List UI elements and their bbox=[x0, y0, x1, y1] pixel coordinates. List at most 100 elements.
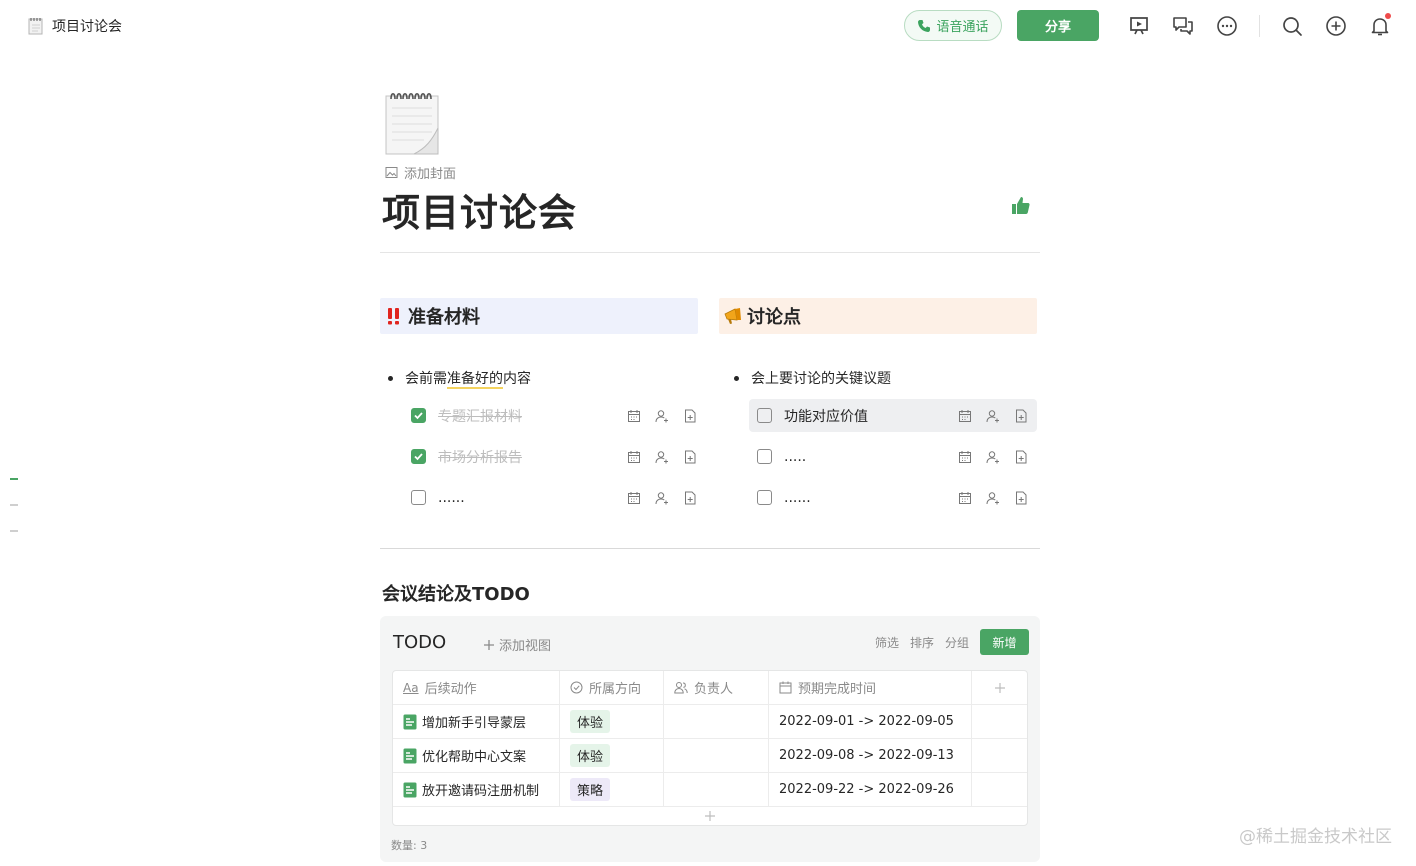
owner-cell[interactable] bbox=[664, 773, 769, 806]
present-button[interactable] bbox=[1125, 12, 1153, 40]
section-heading[interactable]: 会议结论及TODO bbox=[382, 580, 530, 606]
task-checkbox[interactable] bbox=[411, 408, 426, 423]
add-doc-icon[interactable] bbox=[682, 449, 698, 465]
database-title[interactable]: TODO bbox=[393, 632, 446, 653]
prep-materials-callout[interactable]: 准备材料 bbox=[380, 298, 698, 334]
add-column-button[interactable] bbox=[972, 671, 1027, 704]
select-type-icon bbox=[570, 681, 583, 694]
due-date-cell[interactable]: 2022-09-08 -> 2022-09-13 bbox=[769, 739, 972, 772]
notification-dot bbox=[1385, 12, 1391, 19]
add-button[interactable] bbox=[1322, 12, 1350, 40]
due-date-cell[interactable]: 2022-09-01 -> 2022-09-05 bbox=[769, 705, 972, 738]
action-text: 优化帮助中心文案 bbox=[422, 750, 527, 765]
calendar-icon[interactable] bbox=[957, 490, 973, 506]
action-cell[interactable]: 增加新手引导蒙层 bbox=[393, 705, 560, 738]
task-label[interactable]: ..... bbox=[784, 449, 957, 465]
direction-cell[interactable]: 体验 bbox=[560, 705, 664, 738]
toolbar-divider bbox=[1259, 14, 1260, 37]
column-header-due[interactable]: 预期完成时间 bbox=[769, 671, 972, 704]
action-cell[interactable]: 优化帮助中心文案 bbox=[393, 739, 560, 772]
assign-user-icon[interactable] bbox=[985, 408, 1001, 424]
column-header-direction[interactable]: 所属方向 bbox=[560, 671, 664, 704]
task-checkbox[interactable] bbox=[757, 490, 772, 505]
search-button[interactable] bbox=[1278, 12, 1306, 40]
thumbs-up-icon[interactable] bbox=[1010, 194, 1032, 216]
add-doc-icon[interactable] bbox=[1013, 449, 1029, 465]
task-label[interactable]: 功能对应价值 bbox=[784, 406, 957, 426]
assign-user-icon[interactable] bbox=[654, 408, 670, 424]
assign-user-icon[interactable] bbox=[654, 490, 670, 506]
add-doc-icon[interactable] bbox=[1013, 408, 1029, 424]
calendar-icon[interactable] bbox=[957, 449, 973, 465]
share-button[interactable]: 分享 bbox=[1017, 10, 1099, 41]
list-item[interactable]: 会上要讨论的关键议题 bbox=[734, 368, 891, 388]
bullet-dot bbox=[734, 375, 739, 381]
new-record-button[interactable]: 新增 bbox=[980, 629, 1029, 655]
notifications-button[interactable] bbox=[1366, 12, 1394, 40]
sort-button[interactable]: 排序 bbox=[910, 634, 934, 651]
discussion-points-column: 讨论点 会上要讨论的关键议题 功能对应价值 ..... ...... bbox=[719, 298, 1037, 506]
column-header-owner[interactable]: 负责人 bbox=[664, 671, 769, 704]
table-row[interactable]: 增加新手引导蒙层 体验 2022-09-01 -> 2022-09-05 bbox=[393, 705, 1027, 739]
calendar-icon[interactable] bbox=[626, 408, 642, 424]
outline-marker[interactable] bbox=[10, 504, 18, 506]
action-cell[interactable]: 放开邀请码注册机制 bbox=[393, 773, 560, 806]
add-doc-icon[interactable] bbox=[682, 408, 698, 424]
callout-title: 讨论点 bbox=[747, 307, 801, 328]
more-button[interactable] bbox=[1213, 12, 1241, 40]
megaphone-icon bbox=[723, 307, 743, 325]
task-item: 专题汇报材料 bbox=[408, 399, 698, 432]
comments-button[interactable] bbox=[1169, 12, 1197, 40]
outline-marker[interactable] bbox=[10, 530, 18, 532]
direction-cell[interactable]: 体验 bbox=[560, 739, 664, 772]
discussion-points-callout[interactable]: 讨论点 bbox=[719, 298, 1037, 334]
task-item: 市场分析报告 bbox=[408, 440, 698, 473]
task-checkbox[interactable] bbox=[757, 408, 772, 423]
assign-user-icon[interactable] bbox=[985, 449, 1001, 465]
add-icon bbox=[1326, 15, 1346, 36]
plus-icon bbox=[994, 682, 1005, 693]
task-label[interactable]: ...... bbox=[438, 490, 626, 506]
add-doc-icon[interactable] bbox=[1013, 490, 1029, 506]
page-title[interactable]: 项目讨论会 bbox=[382, 182, 577, 237]
breadcrumb[interactable]: 项目讨论会 bbox=[28, 16, 122, 36]
voice-call-button[interactable]: 语音通话 bbox=[904, 10, 1002, 41]
column-header-action[interactable]: Aa 后续动作 bbox=[393, 671, 560, 704]
bullet-text-prefix: 会前需 bbox=[405, 371, 447, 387]
breadcrumb-title: 项目讨论会 bbox=[52, 19, 122, 35]
filter-button[interactable]: 筛选 bbox=[875, 634, 899, 651]
todo-database: TODO 添加视图 筛选 排序 分组 新增 Aa 后续动作 所属方向 负责人 预… bbox=[380, 616, 1040, 862]
add-row-button[interactable] bbox=[393, 807, 1027, 825]
add-view-button[interactable]: 添加视图 bbox=[483, 635, 551, 654]
task-checkbox[interactable] bbox=[411, 490, 426, 505]
owner-cell[interactable] bbox=[664, 705, 769, 738]
outline-marker[interactable] bbox=[10, 478, 18, 480]
table-row[interactable]: 放开邀请码注册机制 策略 2022-09-22 -> 2022-09-26 bbox=[393, 773, 1027, 807]
task-item: ..... bbox=[749, 440, 1037, 473]
list-item[interactable]: 会前需准备好的内容 bbox=[388, 368, 531, 389]
add-view-label: 添加视图 bbox=[499, 639, 552, 654]
task-label[interactable]: 市场分析报告 bbox=[438, 447, 626, 467]
owner-cell[interactable] bbox=[664, 739, 769, 772]
calendar-icon[interactable] bbox=[626, 490, 642, 506]
column-header-label: 所属方向 bbox=[589, 682, 642, 697]
add-cover-button[interactable]: 添加封面 bbox=[385, 163, 456, 182]
task-item: 功能对应价值 bbox=[749, 399, 1037, 432]
table-row[interactable]: 优化帮助中心文案 体验 2022-09-08 -> 2022-09-13 bbox=[393, 739, 1027, 773]
add-doc-icon[interactable] bbox=[682, 490, 698, 506]
top-bar: 项目讨论会 语音通话 分享 bbox=[0, 0, 1416, 52]
assign-user-icon[interactable] bbox=[985, 490, 1001, 506]
direction-cell[interactable]: 策略 bbox=[560, 773, 664, 806]
calendar-icon[interactable] bbox=[626, 449, 642, 465]
prep-materials-column: 准备材料 会前需准备好的内容 专题汇报材料 市场分析报告 ...... bbox=[380, 298, 698, 506]
task-checkbox[interactable] bbox=[411, 449, 426, 464]
calendar-icon[interactable] bbox=[957, 408, 973, 424]
notebook-icon[interactable] bbox=[384, 86, 444, 156]
assign-user-icon[interactable] bbox=[654, 449, 670, 465]
task-checkbox[interactable] bbox=[757, 449, 772, 464]
group-button[interactable]: 分组 bbox=[945, 634, 969, 651]
notebook-icon bbox=[28, 18, 43, 35]
due-date-cell[interactable]: 2022-09-22 -> 2022-09-26 bbox=[769, 773, 972, 806]
task-label[interactable]: ...... bbox=[784, 490, 957, 506]
task-label[interactable]: 专题汇报材料 bbox=[438, 406, 626, 426]
